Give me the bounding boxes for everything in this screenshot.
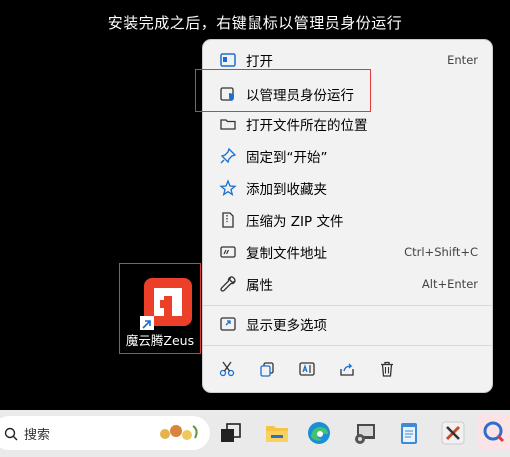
- tools-app-icon[interactable]: [440, 420, 466, 446]
- file-explorer-icon[interactable]: [264, 420, 290, 446]
- task-view-icon[interactable]: [218, 420, 244, 446]
- menu-item-pin-to-start[interactable]: 固定到“开始”: [203, 140, 492, 172]
- menu-item-label: 打开文件所在的位置: [246, 118, 368, 134]
- search-icon: [4, 426, 18, 441]
- folder-icon: [219, 115, 237, 133]
- shortcut-arrow-icon: [140, 316, 154, 330]
- menu-item-open-file-location[interactable]: 打开文件所在的位置: [203, 108, 492, 140]
- zeus-app-icon: [140, 278, 192, 330]
- search-highlight-illustration-icon: [157, 422, 201, 446]
- menu-item-add-to-favorites[interactable]: 添加到收藏夹: [203, 172, 492, 204]
- menu-item-label: 复制文件地址: [246, 246, 327, 262]
- notepad-icon[interactable]: [396, 420, 422, 446]
- menu-action-row: [203, 356, 492, 382]
- edge-browser-icon[interactable]: [306, 420, 332, 446]
- wrench-icon: [219, 275, 237, 293]
- menu-item-label: 显示更多选项: [246, 318, 327, 334]
- app-window-icon: [219, 51, 237, 69]
- instruction-caption: 安装完成之后，右键鼠标以管理员身份运行: [107, 14, 403, 32]
- menu-item-shortcut: Enter: [447, 53, 478, 67]
- more-options-icon: [219, 315, 237, 333]
- search-placeholder: 搜索: [24, 428, 51, 443]
- highlight-run-as-admin: [195, 69, 371, 112]
- system-app-icon[interactable]: [352, 420, 378, 446]
- menu-item-copy-path[interactable]: 复制文件地址 Ctrl+Shift+C: [203, 236, 492, 268]
- rename-icon[interactable]: [298, 360, 316, 378]
- menu-item-label: 压缩为 ZIP 文件: [246, 214, 344, 230]
- copy-path-icon: [219, 243, 237, 261]
- menu-item-label: 属性: [246, 278, 273, 294]
- menu-item-shortcut: Ctrl+Shift+C: [404, 245, 478, 259]
- desktop-shortcut-label: 魔云腾Zeus: [125, 333, 195, 348]
- share-icon[interactable]: [338, 360, 356, 378]
- menu-item-label: 打开: [246, 54, 273, 70]
- pin-icon: [219, 147, 237, 165]
- menu-divider: [203, 345, 492, 346]
- copy-icon[interactable]: [258, 360, 276, 378]
- taskbar: 搜索: [0, 410, 510, 457]
- menu-item-shortcut: Alt+Enter: [421, 277, 478, 291]
- menu-item-label: 添加到收藏夹: [246, 182, 327, 198]
- desktop-shortcut-zeus[interactable]: 魔云腾Zeus: [119, 263, 201, 354]
- menu-item-compress-zip[interactable]: 压缩为 ZIP 文件: [203, 204, 492, 236]
- active-app-icon[interactable]: [478, 414, 510, 450]
- taskbar-search-box[interactable]: 搜索: [0, 416, 210, 450]
- star-icon: [219, 179, 237, 197]
- menu-divider: [203, 305, 492, 306]
- menu-item-show-more-options[interactable]: 显示更多选项: [203, 308, 492, 340]
- menu-item-label: 固定到“开始”: [246, 150, 328, 166]
- cut-icon[interactable]: [218, 360, 236, 378]
- zip-file-icon: [219, 211, 237, 229]
- menu-item-properties[interactable]: 属性 Alt+Enter: [203, 268, 492, 300]
- delete-icon[interactable]: [378, 360, 396, 378]
